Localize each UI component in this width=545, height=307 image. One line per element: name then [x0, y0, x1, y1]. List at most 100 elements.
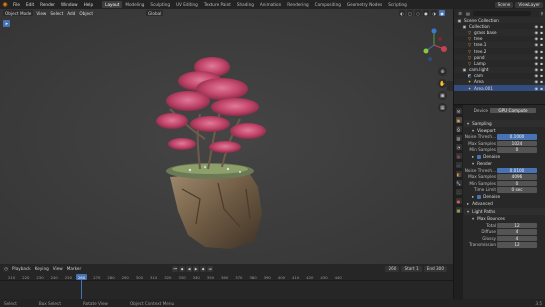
properties-editor[interactable]: ⚒ ▣ ⎙ ▥ ◔ ◍ ▭ ◧ 🔧 ∴ ● ▦ Device GPU Compu…	[453, 104, 545, 300]
menu-file[interactable]: File	[10, 2, 23, 7]
render-denoise-row[interactable]: ▸ Denoise	[464, 193, 545, 200]
viewport-menu-select[interactable]: Select	[50, 11, 63, 16]
light-paths-section-header[interactable]: ▾ Light Paths	[464, 208, 545, 215]
play-reverse-icon[interactable]: ◀	[186, 265, 193, 272]
view-layer-tab-icon[interactable]: ▥	[455, 135, 462, 141]
scene-selector[interactable]: Scene	[494, 1, 514, 8]
render-camera-icon[interactable]: ▪	[540, 73, 543, 78]
visibility-eye-icon[interactable]: ◉	[535, 67, 539, 72]
visibility-eye-icon[interactable]: ◉	[535, 86, 539, 91]
advanced-subsection-header[interactable]: ▸ Advanced	[464, 200, 545, 207]
property-value-field[interactable]: 4	[497, 229, 537, 235]
pan-hand-icon[interactable]: ✋	[438, 79, 447, 88]
blender-logo-icon[interactable]: ◉	[0, 0, 10, 9]
visibility-eye-icon[interactable]: ◉	[535, 61, 539, 66]
menu-edit[interactable]: Edit	[23, 2, 37, 7]
collection-tab-icon[interactable]: ▭	[455, 162, 462, 168]
timeline[interactable]: ◷ Playback Keying View Marker ⏮ ◆ ◀ ▶ ◆ ⏭ 2…	[0, 264, 453, 299]
3d-viewport[interactable]: Object Mode View Select Add Object Global ◐…	[0, 9, 453, 264]
world-tab-icon[interactable]: ◍	[455, 153, 462, 159]
render-denoise-checkbox[interactable]	[477, 194, 482, 199]
tab-modeling[interactable]: Modeling	[122, 1, 147, 8]
viewport-denoise-checkbox[interactable]	[477, 154, 482, 159]
render-camera-icon[interactable]: ▪	[540, 30, 543, 35]
render-camera-icon[interactable]: ▪	[540, 36, 543, 41]
tab-animation[interactable]: Animation	[257, 1, 284, 8]
tab-rendering[interactable]: Rendering	[284, 1, 311, 8]
property-value-field[interactable]: 0	[497, 147, 537, 153]
property-value-field[interactable]: 0 sec	[497, 187, 537, 193]
viewport-menu-view[interactable]: View	[36, 11, 46, 16]
visibility-eye-icon[interactable]: ◉	[535, 73, 539, 78]
property-value-field[interactable]: 0	[497, 180, 537, 186]
mode-selector[interactable]: Object Mode	[3, 10, 34, 16]
tab-sculpting[interactable]: Sculpting	[147, 1, 173, 8]
render-subsection-header[interactable]: ▾ Render	[464, 160, 545, 167]
perspective-grid-icon[interactable]: ▦	[438, 103, 447, 112]
particles-tab-icon[interactable]: ∴	[455, 189, 462, 195]
orientation-selector[interactable]: Global	[146, 10, 164, 16]
timeline-menu-keying[interactable]: Keying	[35, 266, 49, 271]
viewport-menu-object[interactable]: Object	[79, 11, 93, 16]
tab-uv-editing[interactable]: UV Editing	[173, 1, 201, 8]
tab-texture-paint[interactable]: Texture Paint	[201, 1, 234, 8]
render-camera-icon[interactable]: ▪	[540, 42, 543, 47]
overlay-icon[interactable]: ◐	[399, 10, 405, 16]
render-camera-icon[interactable]: ▪	[540, 24, 543, 29]
render-camera-icon[interactable]: ▪	[540, 49, 543, 54]
jump-start-icon[interactable]: ⏮	[172, 265, 179, 272]
timeline-menu-playback[interactable]: Playback	[12, 266, 31, 271]
visibility-eye-icon[interactable]: ◉	[535, 36, 539, 41]
tool-tab-icon[interactable]: ⚒	[455, 108, 462, 114]
visibility-eye-icon[interactable]: ◉	[535, 49, 539, 54]
end-frame-field[interactable]: End 300	[423, 265, 447, 272]
render-camera-icon[interactable]: ▪	[540, 67, 543, 72]
visibility-eye-icon[interactable]: ◉	[535, 24, 539, 29]
timeline-menu-marker[interactable]: Marker	[67, 266, 81, 271]
property-value-field[interactable]: 12	[497, 242, 537, 248]
editor-type-icon[interactable]: ◷	[3, 265, 9, 272]
camera-view-icon[interactable]: ▣	[438, 91, 447, 100]
modifier-tab-icon[interactable]: 🔧	[455, 180, 462, 186]
device-dropdown[interactable]: GPU Compute	[490, 107, 536, 113]
display-mode-icon[interactable]: ▤	[465, 10, 471, 16]
scene-tab-icon[interactable]: ◔	[455, 144, 462, 150]
tab-shading[interactable]: Shading	[234, 1, 257, 8]
sampling-section-header[interactable]: ▾ Sampling	[464, 119, 545, 127]
frame-ruler[interactable]: 210 220 230 240 250 260 270 280 290 300 310 320 330 3…	[0, 273, 453, 281]
menu-window[interactable]: Window	[58, 2, 81, 7]
outliner-search-input[interactable]	[473, 10, 531, 16]
viewport-menu-add[interactable]: Add	[67, 11, 75, 16]
texture-tab-icon[interactable]: ▦	[455, 207, 462, 213]
shading-rendered-icon[interactable]: ◉	[439, 10, 445, 16]
object-tab-icon[interactable]: ◧	[455, 171, 462, 177]
viewport-denoise-row[interactable]: ▸ Denoise	[464, 153, 545, 160]
xray-icon[interactable]: ▢	[407, 10, 413, 16]
render-camera-icon[interactable]: ▪	[540, 79, 543, 84]
tab-layout[interactable]: Layout	[102, 1, 123, 8]
outliner-editor-icon[interactable]: ☰	[457, 10, 463, 16]
visibility-eye-icon[interactable]: ◉	[535, 42, 539, 47]
property-value-field[interactable]: 4096	[497, 174, 537, 180]
property-value-field[interactable]: 0.0100	[497, 167, 537, 173]
render-camera-icon[interactable]: ▪	[540, 86, 543, 91]
render-camera-icon[interactable]: ▪	[540, 55, 543, 60]
viewport-subsection-header[interactable]: ▾ Viewport	[464, 127, 545, 134]
next-key-icon[interactable]: ◆	[200, 265, 207, 272]
tab-geometry-nodes[interactable]: Geometry Nodes	[344, 1, 385, 8]
shading-wire-icon[interactable]: ○	[415, 10, 421, 16]
select-tool-icon[interactable]: ➤	[3, 20, 10, 27]
tab-compositing[interactable]: Compositing	[312, 1, 344, 8]
property-value-field[interactable]: 4	[497, 235, 537, 241]
max-bounces-subsection-header[interactable]: ▾ Max Bounces	[464, 215, 545, 222]
start-frame-field[interactable]: Start 1	[401, 265, 422, 272]
outliner[interactable]: ☰ ▤ ⚲ ▣ Scene Collection ▣ Collection ◉ ▪ ▽ gra…	[453, 9, 545, 104]
visibility-eye-icon[interactable]: ◉	[535, 55, 539, 60]
render-tab-icon[interactable]: ▣	[455, 117, 462, 123]
shading-solid-icon[interactable]: ●	[423, 10, 429, 16]
timeline-menu-view[interactable]: View	[53, 266, 63, 271]
outliner-row[interactable]: ✦ Area.001 ◉ ▪	[454, 85, 545, 92]
shading-material-icon[interactable]: ◑	[431, 10, 437, 16]
menu-render[interactable]: Render	[37, 2, 58, 7]
property-value-field[interactable]: 12	[497, 222, 537, 228]
